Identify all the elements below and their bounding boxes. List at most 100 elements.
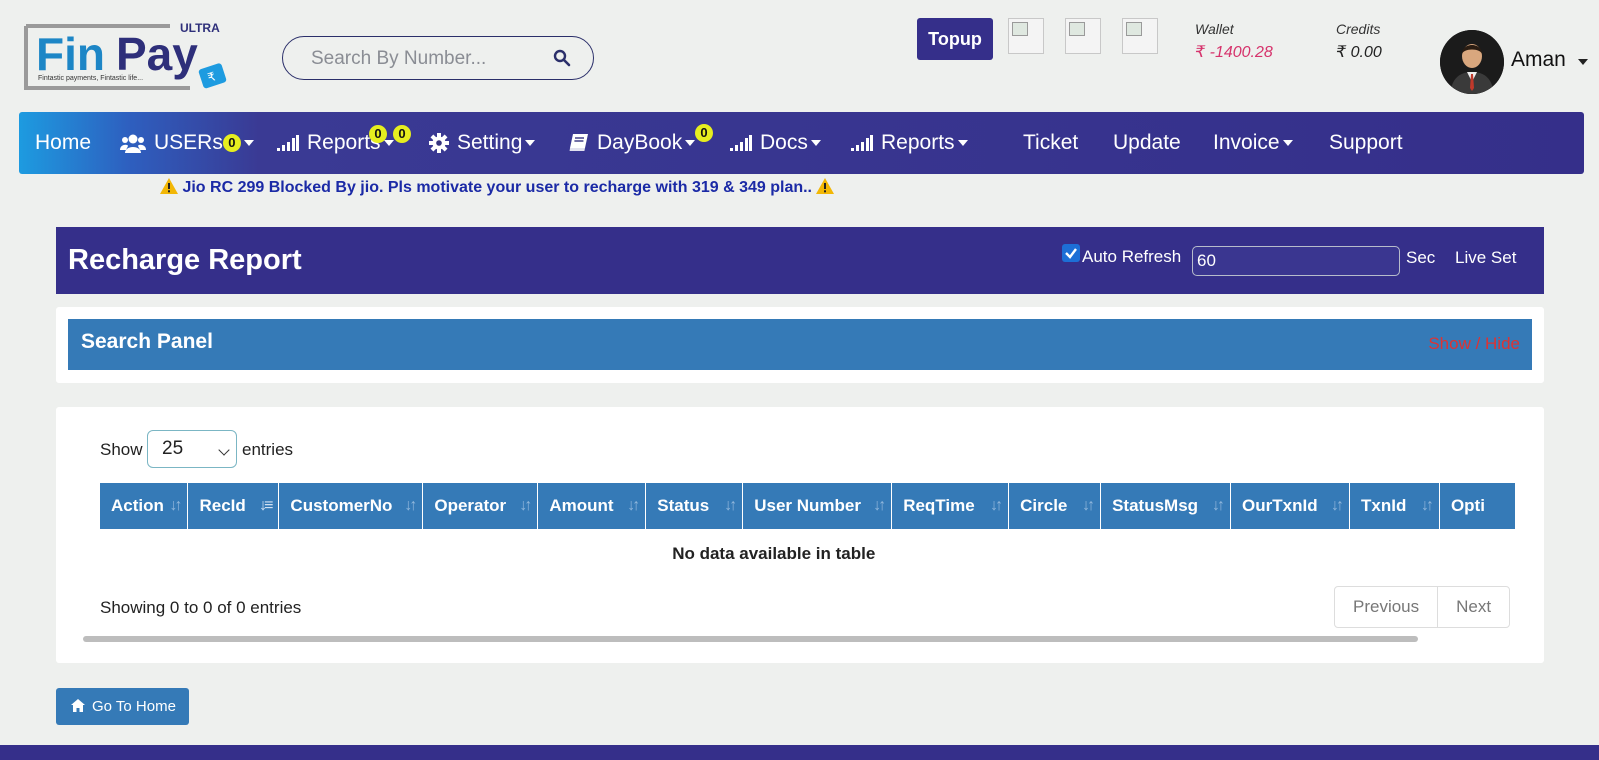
home-icon [71, 699, 85, 712]
logo-ultra: ULTRA [180, 21, 220, 35]
entries-select[interactable]: 25 [147, 430, 237, 468]
nav-users-label: USERs [154, 131, 223, 154]
credits-value: ₹ 0.00 [1336, 44, 1382, 61]
sort-icon: ↓↑ [873, 497, 886, 514]
avatar[interactable] [1440, 30, 1504, 94]
user-dropdown-caret-icon[interactable] [1578, 59, 1588, 65]
sort-icon: ↓↑ [519, 497, 532, 514]
table-row: No data available in table [100, 529, 1516, 578]
nav-docs[interactable]: Docs [730, 112, 821, 174]
reports-badge-1: 0 [369, 125, 387, 143]
entries-label: entries [242, 440, 294, 459]
auto-refresh-checkbox[interactable] [1062, 244, 1080, 262]
logo-fin: Fin [36, 28, 105, 80]
signal-bars-icon [851, 135, 873, 152]
search-panel-card: Search Panel Show / Hide [56, 307, 1544, 383]
entries-select-value: 25 [162, 438, 184, 459]
reports-badge-2: 0 [393, 125, 411, 143]
previous-button[interactable]: Previous [1335, 587, 1437, 627]
col-action[interactable]: Action ↓↑ [100, 483, 189, 529]
credits-label: Credits [1336, 21, 1381, 37]
logo-tagline: Fintastic payments, Fintastic life... [38, 75, 143, 82]
col-user-number[interactable]: User Number ↓↑ [742, 483, 893, 529]
sort-icon: ↓↑ [627, 497, 640, 514]
col-statusmsg[interactable]: StatusMsg ↓↑ [1100, 483, 1232, 529]
notice-text: Jio RC 299 Blocked By jio. Pls motivate … [182, 179, 812, 196]
search-icon[interactable] [553, 49, 571, 67]
broken-image-icon[interactable] [1122, 18, 1158, 54]
col-operator[interactable]: Operator ↓↑ [422, 483, 539, 529]
chevron-down-icon [383, 140, 394, 147]
sort-icon: ↓↑ [990, 497, 1003, 514]
nav-ticket[interactable]: Ticket [1023, 112, 1078, 174]
nav-daybook[interactable]: DayBook [569, 112, 696, 174]
topup-button[interactable]: Topup [917, 18, 993, 60]
nav-home[interactable]: Home [35, 112, 91, 174]
nav-update-label: Update [1113, 131, 1181, 154]
nav-invoice[interactable]: Invoice [1213, 112, 1293, 174]
nav-reports-2[interactable]: Reports [851, 112, 968, 174]
col-txnid[interactable]: TxnId ↓↑ [1349, 483, 1440, 529]
table-card: Show 25 entries Action ↓↑ RecId ↓≡ Custome… [56, 407, 1544, 663]
finpay-logo[interactable]: Fin Pay ULTRA Fintastic payments, Fintas… [20, 18, 232, 102]
wallet-label: Wallet [1195, 21, 1234, 37]
auto-refresh-label: Auto Refresh [1082, 247, 1182, 266]
nav-support-label: Support [1329, 131, 1403, 154]
table-scroll-area[interactable]: Action ↓↑ RecId ↓≡ CustomerNo ↓↑ Operator ↓↑… [100, 483, 1516, 578]
recharge-table: Action ↓↑ RecId ↓≡ CustomerNo ↓↑ Operator ↓↑… [100, 483, 1516, 578]
horizontal-scrollbar[interactable] [83, 636, 1418, 642]
page-title: Recharge Report [68, 244, 302, 276]
nav-support[interactable]: Support [1329, 112, 1403, 174]
chevron-down-icon [685, 140, 696, 147]
col-opti[interactable]: Opti [1439, 483, 1516, 529]
col-recid[interactable]: RecId ↓≡ [187, 483, 280, 529]
logo-pay: Pay [116, 28, 198, 80]
col-reqtime[interactable]: ReqTime ↓↑ [891, 483, 1010, 529]
broken-image-icon[interactable] [1008, 18, 1044, 54]
sort-desc-icon: ↓≡ [259, 497, 273, 514]
wallet-value: ₹ -1400.28 [1195, 44, 1273, 61]
report-header: Recharge Report Auto Refresh 60 Sec Live… [56, 227, 1544, 294]
sort-icon: ↓↑ [724, 497, 737, 514]
show-label: Show [100, 440, 143, 459]
col-circle[interactable]: Circle ↓↑ [1008, 483, 1102, 529]
username[interactable]: Aman [1511, 48, 1566, 72]
chevron-down-icon [1282, 140, 1293, 147]
nav-docs-label: Docs [760, 131, 808, 154]
nav-update[interactable]: Update [1113, 112, 1181, 174]
chevron-down-icon [957, 140, 968, 147]
refresh-interval-input[interactable]: 60 [1192, 246, 1400, 276]
chevron-down-icon [243, 140, 254, 147]
chevron-down-icon [525, 140, 536, 147]
broken-image-icon[interactable] [1065, 18, 1101, 54]
signal-bars-icon [730, 135, 752, 152]
users-icon [120, 134, 146, 154]
show-hide-link[interactable]: Show / Hide [1428, 334, 1520, 354]
warning-icon [160, 178, 178, 194]
nav-setting[interactable]: Setting [429, 112, 536, 174]
search-input[interactable] [309, 47, 543, 71]
col-amount[interactable]: Amount ↓↑ [537, 483, 647, 529]
users-badge: 0 [222, 134, 241, 153]
col-customerno[interactable]: CustomerNo ↓↑ [278, 483, 424, 529]
sort-icon: ↓↑ [404, 497, 417, 514]
nav-users[interactable]: USERs 0 [120, 112, 254, 174]
search-box[interactable] [282, 36, 594, 80]
go-to-home-button[interactable]: Go To Home [56, 688, 189, 725]
pagination: Previous Next [1334, 586, 1511, 628]
nav-setting-label: Setting [457, 131, 523, 154]
col-status[interactable]: Status ↓↑ [645, 483, 744, 529]
go-to-home-label: Go To Home [92, 698, 176, 715]
chevron-down-icon [810, 140, 821, 147]
next-button[interactable]: Next [1437, 587, 1509, 627]
nav-reports-2-label: Reports [881, 131, 955, 154]
sort-icon: ↓↑ [169, 497, 182, 514]
live-set-button[interactable]: Live Set [1455, 248, 1516, 268]
gear-icon [429, 133, 449, 154]
nav-daybook-label: DayBook [597, 131, 683, 154]
nav-reports[interactable]: Reports [277, 112, 394, 174]
sec-label: Sec [1406, 248, 1436, 267]
col-ourtxnid[interactable]: OurTxnId ↓↑ [1230, 483, 1350, 529]
signal-bars-icon [277, 135, 299, 152]
nav-invoice-label: Invoice [1213, 131, 1280, 154]
